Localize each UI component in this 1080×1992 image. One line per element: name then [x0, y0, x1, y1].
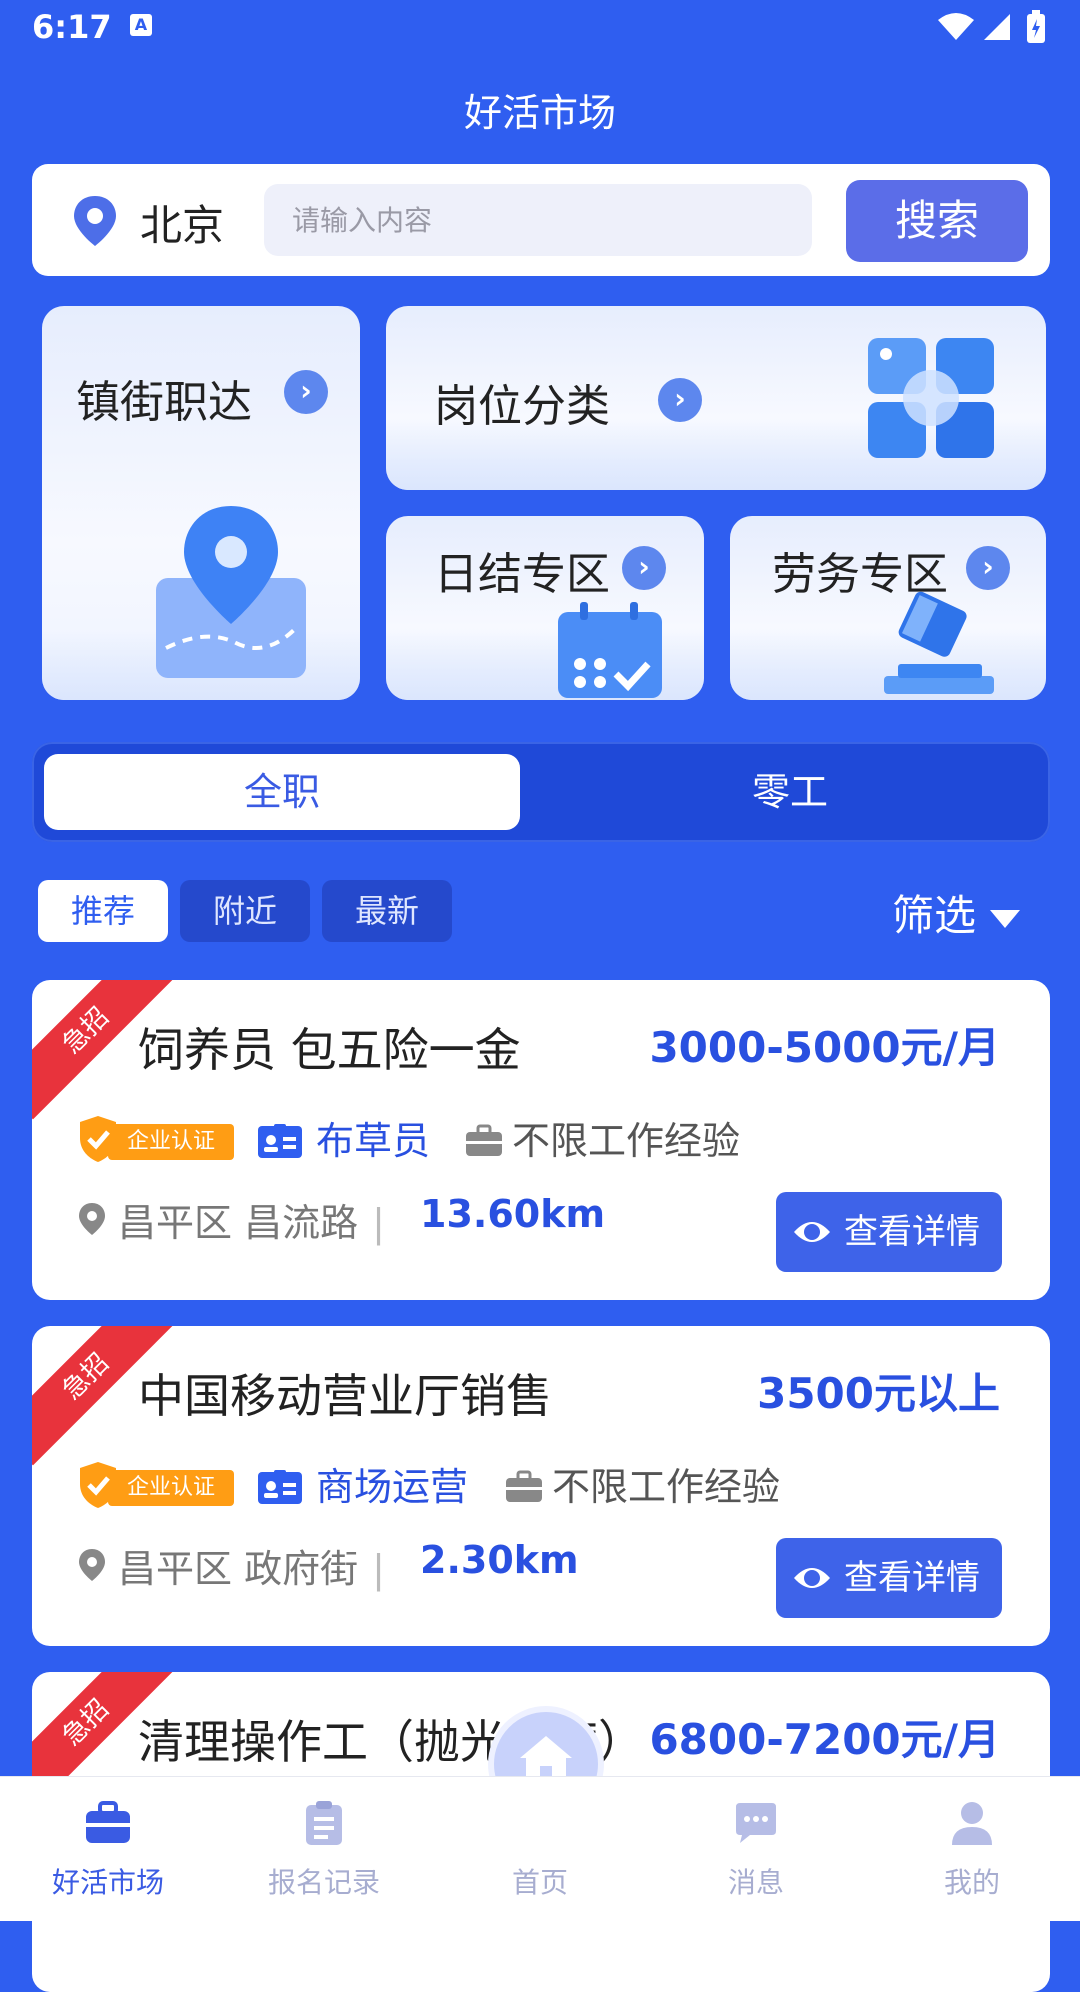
chip-latest[interactable]: 最新 [322, 880, 452, 942]
caret-down-icon [990, 909, 1021, 928]
job-card[interactable]: 急招 中国移动营业厅销售 3500元以上 企业认证 商场运营 不限工作经验 昌平… [32, 1326, 1050, 1646]
category-label: 日结专区 [434, 549, 610, 600]
id-card-icon [258, 1470, 302, 1504]
clipboard-icon [306, 1801, 342, 1845]
eye-icon [794, 1568, 830, 1588]
tab-label: 好活市场 [51, 1866, 164, 1899]
search-button[interactable]: 搜索 [846, 180, 1028, 262]
search-bar: 北京 搜索 [32, 164, 1050, 276]
tab-home[interactable]: 首页 [432, 1777, 648, 1921]
bottom-tab-bar: 好活市场 报名记录 首页 消息 我的 [0, 1776, 1080, 1921]
filter-button[interactable]: 筛选 [892, 882, 1021, 943]
address-text: 昌平区 政府街 [118, 1547, 359, 1591]
tab-label: 我的 [943, 1866, 1000, 1899]
tab-haohuo-market[interactable]: 好活市场 [0, 1777, 216, 1921]
id-card-icon [258, 1124, 302, 1158]
chip-recommend[interactable]: 推荐 [38, 880, 168, 942]
job-title: 中国移动营业厅销售 [138, 1369, 552, 1423]
job-salary: 6800-7200元/月 [649, 1715, 1000, 1764]
job-address: 昌平区 昌流路 | [118, 1192, 399, 1247]
chevron-right-icon: › [658, 378, 702, 422]
job-type: 布草员 [316, 1119, 431, 1163]
job-salary: 3000-5000元/月 [649, 1023, 1000, 1072]
tab-label: 消息 [727, 1866, 784, 1899]
job-title: 饲养员 包五险一金 [138, 1023, 521, 1077]
chevron-right-icon: › [622, 546, 666, 590]
category-zhenjie[interactable]: 镇街职达 › [42, 306, 360, 700]
battery-icon [1027, 10, 1045, 43]
gavel-icon [884, 591, 994, 694]
separator: | [372, 1201, 385, 1245]
city-selector[interactable]: 北京 [140, 192, 224, 253]
user-icon [952, 1802, 992, 1845]
job-experience: 不限工作经验 [512, 1119, 741, 1163]
category-label: 岗位分类 [434, 381, 610, 432]
view-details-button[interactable]: 查看详情 [776, 1192, 1002, 1272]
tab-fulltime[interactable]: 全职 [44, 754, 520, 830]
grid-icon [868, 338, 994, 458]
shield-check-icon [80, 1462, 116, 1508]
view-details-button[interactable]: 查看详情 [776, 1538, 1002, 1618]
job-address: 昌平区 政府街 | [118, 1538, 399, 1593]
briefcase-icon [506, 1470, 542, 1502]
chevron-right-icon: › [966, 546, 1010, 590]
category-gangwei[interactable]: 岗位分类 › [386, 306, 1046, 490]
tab-label: 首页 [511, 1866, 568, 1899]
location-pin-icon [79, 1203, 105, 1235]
page-title: 好活市场 [463, 91, 616, 135]
tab-profile[interactable]: 我的 [864, 1777, 1080, 1921]
search-input[interactable] [264, 184, 812, 256]
job-distance: 2.30km [420, 1538, 579, 1582]
briefcase-icon [466, 1124, 502, 1156]
job-experience: 不限工作经验 [552, 1465, 781, 1509]
separator: | [372, 1547, 385, 1591]
location-pin-icon [79, 1549, 105, 1581]
cert-label: 企业认证 [108, 1470, 234, 1506]
address-text: 昌平区 昌流路 [118, 1201, 359, 1245]
location-pin-icon[interactable] [70, 194, 120, 248]
job-type-toggle: 全职 零工 [32, 742, 1050, 842]
status-bar: 6:17 A [0, 0, 1080, 60]
tab-signup-records[interactable]: 报名记录 [216, 1777, 432, 1921]
chevron-right-icon: › [284, 370, 328, 414]
tab-messages[interactable]: 消息 [648, 1777, 864, 1921]
job-type: 商场运营 [316, 1465, 469, 1509]
map-pin-icon [156, 506, 306, 678]
wifi-icon [938, 13, 974, 40]
category-rijie[interactable]: 日结专区 › [386, 516, 704, 700]
cert-label: 企业认证 [108, 1124, 234, 1160]
eye-icon [794, 1222, 830, 1242]
shield-check-icon [80, 1116, 116, 1162]
job-distance: 13.60km [420, 1192, 606, 1236]
signal-icon [984, 14, 1010, 40]
chat-icon [736, 1803, 776, 1843]
job-card[interactable]: 急招 饲养员 包五险一金 3000-5000元/月 企业认证 布草员 不限工作经… [32, 980, 1050, 1300]
briefcase-icon [86, 1801, 130, 1843]
tab-parttime[interactable]: 零工 [552, 754, 1028, 830]
calendar-icon [558, 602, 662, 698]
tab-label: 报名记录 [267, 1866, 380, 1899]
chip-nearby[interactable]: 附近 [180, 880, 310, 942]
view-details-label: 查看详情 [844, 1212, 980, 1252]
filter-label: 筛选 [892, 891, 977, 940]
status-time: 6:17 [32, 8, 112, 46]
job-salary: 3500元以上 [757, 1369, 1000, 1418]
notification-icon: A [130, 14, 152, 36]
view-details-label: 查看详情 [844, 1558, 980, 1598]
category-laowu[interactable]: 劳务专区 › [730, 516, 1046, 700]
category-label: 镇街职达 [76, 377, 252, 428]
